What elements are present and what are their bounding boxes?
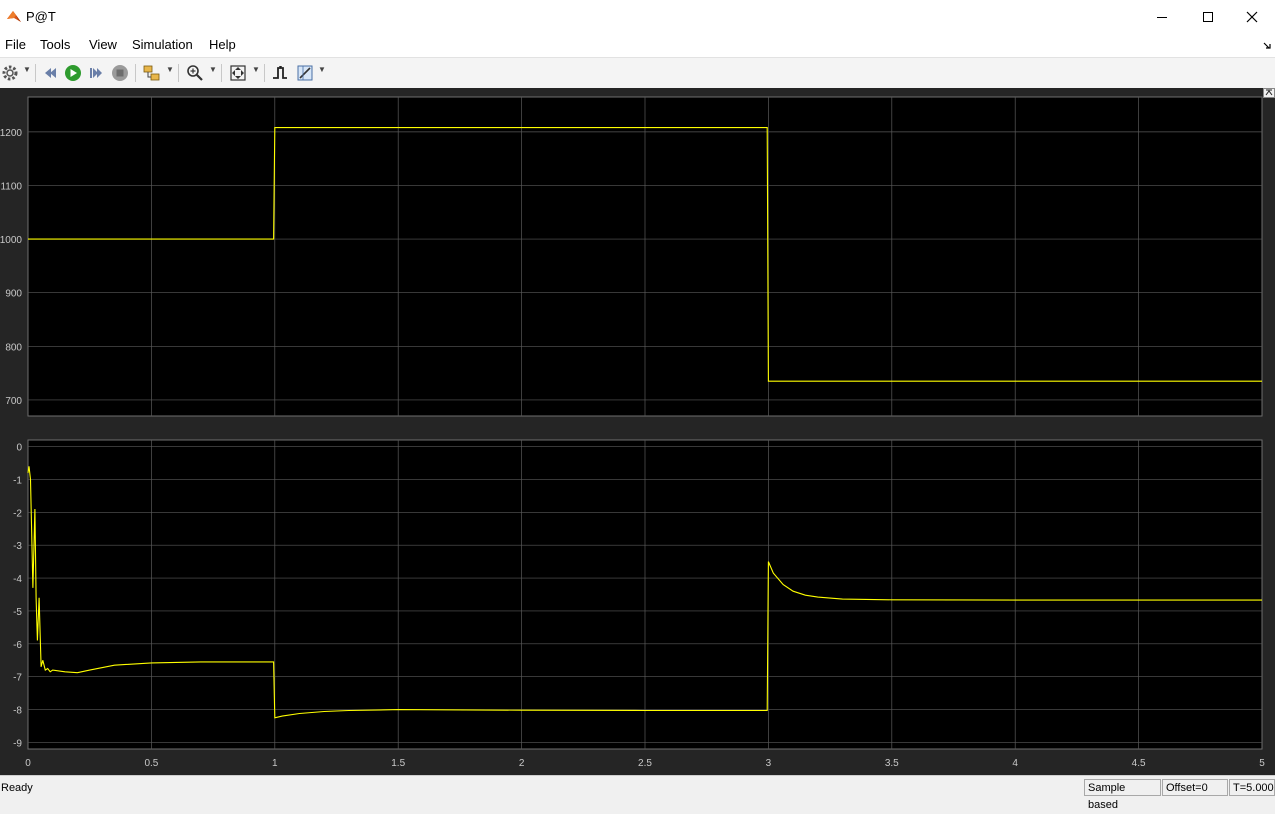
toolbar-separator (135, 64, 136, 82)
x-tick-label: 0.5 (144, 758, 158, 769)
y-tick-label: 900 (5, 289, 22, 300)
highlight-block-icon[interactable] (142, 63, 162, 83)
scope-plot[interactable]: 700800900100011001200-9-8-7-6-5-4-3-2-10… (0, 88, 1275, 775)
toolbar-separator (221, 64, 222, 82)
undock-arrow-icon[interactable] (1263, 41, 1272, 50)
window-title: P@T (26, 9, 56, 24)
y-tick-label: 700 (5, 396, 22, 407)
y-tick-label: 800 (5, 342, 22, 353)
toolbar-separator (178, 64, 179, 82)
highlight-dropdown-icon[interactable]: ▼ (166, 65, 174, 74)
x-tick-label: 3 (766, 758, 772, 769)
matlab-logo-icon (7, 11, 21, 22)
menu-help[interactable]: Help (209, 37, 236, 52)
y-tick-label: -8 (13, 706, 22, 717)
title-bar: P@T (0, 0, 1275, 33)
y-tick-label: -4 (13, 574, 22, 585)
minimize-icon (1157, 16, 1167, 18)
close-icon (1246, 11, 1258, 22)
y-tick-label: -3 (13, 541, 22, 552)
x-tick-label: 4 (1012, 758, 1018, 769)
cursor-dropdown-icon[interactable]: ▼ (318, 65, 326, 74)
expand-toolstrip-icon[interactable] (1263, 88, 1275, 98)
minimize-button[interactable] (1139, 0, 1185, 33)
autoscale-dropdown-icon[interactable]: ▼ (252, 65, 260, 74)
settings-dropdown-icon[interactable]: ▼ (23, 65, 31, 74)
toolbar-separator (264, 64, 265, 82)
status-text: Ready (1, 782, 33, 794)
run-icon[interactable] (63, 63, 83, 83)
step-forward-icon[interactable] (86, 63, 106, 83)
cursor-measurements-icon[interactable] (295, 63, 315, 83)
sample-mode-indicator: Sample based (1084, 779, 1161, 811)
x-tick-label: 5 (1259, 758, 1265, 769)
y-tick-label: 1100 (0, 181, 22, 192)
x-tick-label: 0 (25, 758, 31, 769)
y-tick-label: -7 (13, 673, 22, 684)
x-tick-label: 2.5 (638, 758, 652, 769)
settings-gear-icon[interactable] (0, 63, 20, 83)
close-button[interactable] (1229, 0, 1275, 33)
y-tick-label: -9 (13, 738, 22, 749)
toolbar-separator (35, 64, 36, 82)
x-tick-label: 2 (519, 758, 525, 769)
menu-bar: File Tools View Simulation Help (0, 33, 1275, 57)
y-tick-label: 0 (16, 443, 22, 454)
y-tick-label: -1 (13, 475, 22, 486)
y-tick-label: 1200 (0, 128, 22, 139)
menu-simulation[interactable]: Simulation (132, 37, 193, 52)
maximize-icon (1203, 11, 1213, 22)
step-back-icon[interactable] (41, 63, 61, 83)
zoom-icon[interactable] (185, 63, 205, 83)
stop-icon[interactable] (110, 63, 130, 83)
offset-indicator: Offset=0 (1162, 779, 1228, 796)
x-tick-label: 3.5 (885, 758, 899, 769)
time-indicator: T=5.000 (1229, 779, 1275, 796)
y-tick-label: -2 (13, 508, 22, 519)
y-tick-label: -6 (13, 640, 22, 651)
menu-tools[interactable]: Tools (40, 37, 70, 52)
menu-file[interactable]: File (5, 37, 26, 52)
x-tick-label: 4.5 (1132, 758, 1146, 769)
status-bar: Ready Sample based Offset=0 T=5.000 (0, 775, 1275, 811)
scope-figure: 700 800 900 1000 1100 1200 -9 -8 -7 -6 -5 -4 -3 -2 -1 0… (0, 88, 1275, 775)
x-tick-label: 1.5 (391, 758, 405, 769)
zoom-dropdown-icon[interactable]: ▼ (209, 65, 217, 74)
triggers-icon[interactable] (270, 63, 290, 83)
maximize-button[interactable] (1185, 0, 1231, 33)
toolbar: ▼ ▼ ▼ ▼ ▼ (0, 57, 1275, 89)
menu-view[interactable]: View (89, 37, 117, 52)
autoscale-icon[interactable] (228, 63, 248, 83)
y-tick-label: -5 (13, 607, 22, 618)
x-tick-label: 1 (272, 758, 278, 769)
y-tick-label: 1000 (0, 235, 22, 246)
